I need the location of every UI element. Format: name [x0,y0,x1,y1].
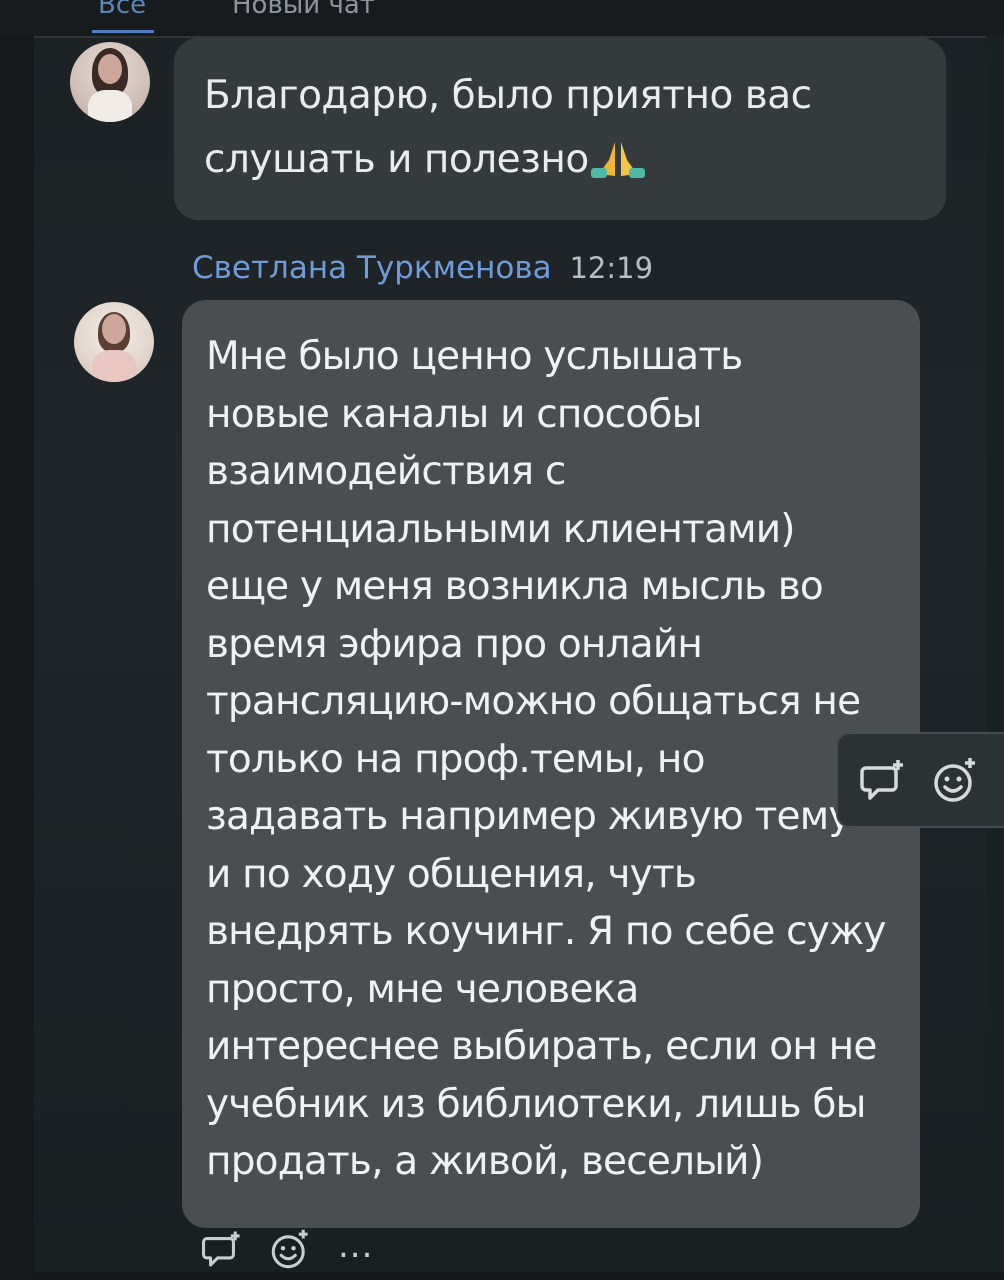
message-text-line: Благодарю, было приятно вас [204,73,812,118]
add-reaction-icon[interactable] [268,1228,312,1272]
message-text-line: слушать и полезно [204,137,589,182]
message-text: Благодарю, было приятно вас слушать и по… [204,64,904,192]
message-text: Мне было ценно услышать новые каналы и с… [206,334,887,1184]
tab-all[interactable]: Все [98,0,146,20]
chat-screen: Все Новый чат Благодарю, было приятно ва… [0,0,1004,1280]
left-rail [0,36,34,1280]
active-tab-indicator [92,30,154,33]
reply-icon[interactable] [858,756,908,806]
message-bubble[interactable]: Мне было ценно услышать новые каналы и с… [182,300,920,1228]
folded-hands-emoji-icon [589,136,647,178]
avatar[interactable] [74,302,154,382]
chat-tabs-bar: Все Новый чат [0,0,1004,38]
tab-new-chat[interactable]: Новый чат [232,0,375,20]
divider [34,1272,1004,1280]
sender-name[interactable]: Светлана Туркменова [192,250,552,286]
right-rail [986,36,1004,1280]
message-header: Светлана Туркменова 12:19 [192,250,653,286]
message-actions: ... [200,1224,400,1274]
reply-icon[interactable] [200,1228,244,1272]
avatar[interactable] [70,42,150,122]
message-bubble[interactable]: Благодарю, было приятно вас слушать и по… [174,38,946,220]
message-hover-actions [836,732,1004,828]
add-reaction-icon[interactable] [930,756,980,806]
message-timestamp: 12:19 [569,251,654,285]
more-options-button[interactable]: ... [338,1224,382,1268]
